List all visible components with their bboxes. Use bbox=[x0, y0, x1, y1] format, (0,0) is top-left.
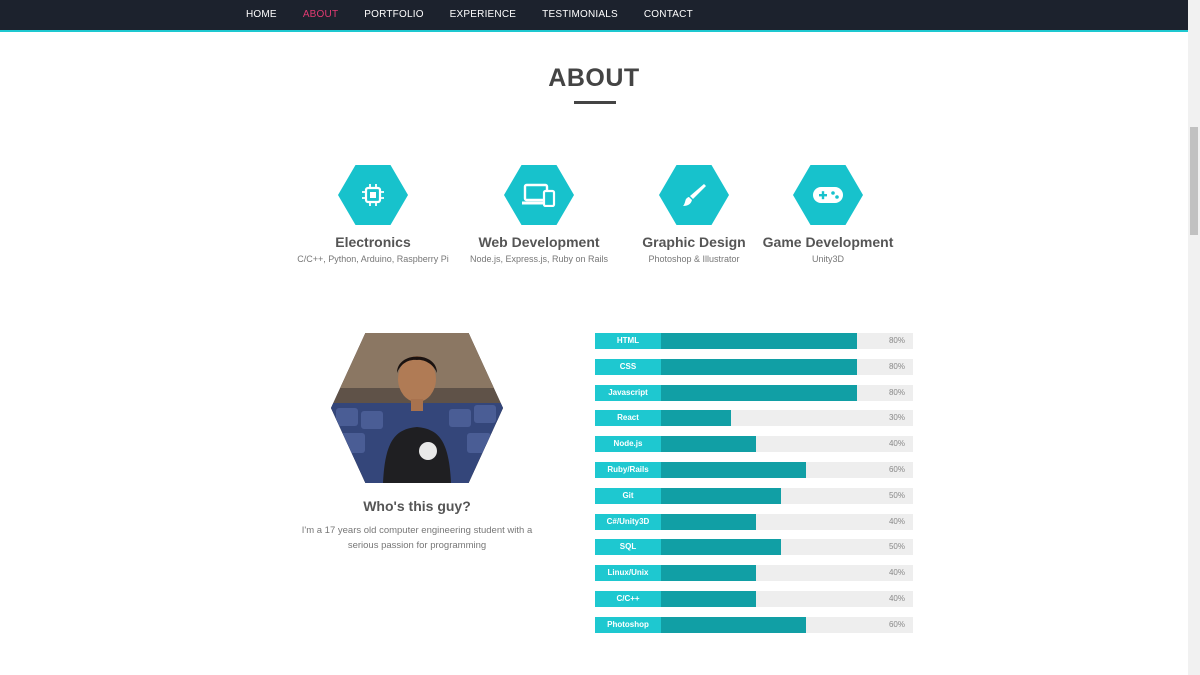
service-title: Web Development bbox=[478, 234, 600, 250]
skill-percent: 80% bbox=[888, 361, 905, 371]
skill-bar-fill bbox=[661, 333, 857, 349]
skill-label: Javascript bbox=[595, 384, 661, 401]
skill-bar: Ruby/Rails 60% bbox=[595, 461, 913, 478]
chip-icon bbox=[362, 184, 384, 206]
profile-photo-illustration bbox=[331, 333, 503, 483]
skill-label: Linux/Unix bbox=[595, 565, 661, 582]
skill-percent: 60% bbox=[888, 619, 905, 629]
skill-label: Node.js bbox=[595, 436, 661, 453]
nav-item-portfolio[interactable]: PORTFOLIO bbox=[351, 0, 436, 30]
skill-bar: Linux/Unix 40% bbox=[595, 565, 913, 582]
skill-bar: Git 50% bbox=[595, 487, 913, 504]
service-electronics: Electronics C/C++, Python, Arduino, Rasp… bbox=[283, 165, 463, 264]
skill-bar-fill bbox=[661, 461, 807, 478]
nav-item-contact[interactable]: CONTACT bbox=[631, 0, 706, 30]
skill-percent: 50% bbox=[888, 542, 905, 552]
service-hexagon bbox=[338, 165, 408, 225]
service-hexagon bbox=[504, 165, 574, 225]
nav-item-about[interactable]: ABOUT bbox=[290, 0, 351, 30]
service-game-development: Game Development Unity3D bbox=[738, 165, 918, 264]
section-title: ABOUT bbox=[548, 64, 640, 92]
skill-bar: React 30% bbox=[595, 410, 913, 427]
top-navbar: HOME ABOUT PORTFOLIO EXPERIENCE TESTIMON… bbox=[0, 0, 1188, 32]
skill-label: Ruby/Rails bbox=[595, 461, 661, 478]
skill-bar: Node.js 40% bbox=[595, 436, 913, 453]
nav-item-testimonials[interactable]: TESTIMONIALS bbox=[529, 0, 631, 30]
skill-bar: Photoshop 60% bbox=[595, 616, 913, 633]
skill-bar-fill bbox=[661, 616, 807, 633]
skill-bar: SQL 50% bbox=[595, 539, 913, 556]
service-description: C/C++, Python, Arduino, Raspberry Pi bbox=[297, 254, 449, 264]
nav-item-experience[interactable]: EXPERIENCE bbox=[437, 0, 529, 30]
skill-percent: 50% bbox=[888, 490, 905, 500]
skill-bar-fill bbox=[661, 358, 857, 375]
skill-label: React bbox=[595, 410, 661, 427]
skill-percent: 30% bbox=[888, 413, 905, 423]
skill-bar-fill bbox=[661, 513, 756, 530]
gamepad-icon bbox=[813, 187, 843, 203]
skill-bar-fill bbox=[661, 565, 756, 582]
service-title: Game Development bbox=[762, 234, 894, 250]
skill-percent: 40% bbox=[888, 439, 905, 449]
skill-bar: HTML 80% bbox=[595, 333, 913, 349]
skill-percent: 40% bbox=[888, 593, 905, 603]
skill-bar: C/C++ 40% bbox=[595, 590, 913, 607]
skill-label: C/C++ bbox=[595, 590, 661, 607]
skills-list: HTML 80% CSS 80% Javascript 80% React 30% Node.j… bbox=[595, 333, 913, 643]
skill-label: C#/Unity3D bbox=[595, 513, 661, 530]
service-web-development: Web Development Node.js, Express.js, Rub… bbox=[449, 165, 629, 264]
service-hexagon bbox=[793, 165, 863, 225]
skill-percent: 80% bbox=[888, 387, 905, 397]
service-title: Electronics bbox=[335, 234, 411, 250]
skill-label: Photoshop bbox=[595, 616, 661, 633]
skill-label: HTML bbox=[595, 333, 661, 349]
skill-bar-fill bbox=[661, 384, 857, 401]
skill-percent: 60% bbox=[888, 464, 905, 474]
title-underline bbox=[574, 101, 616, 104]
skill-bar-fill bbox=[661, 410, 731, 427]
nav-menu: HOME ABOUT PORTFOLIO EXPERIENCE TESTIMON… bbox=[233, 0, 706, 30]
skill-bar: CSS 80% bbox=[595, 358, 913, 375]
service-description: Unity3D bbox=[811, 254, 844, 264]
skill-label: Git bbox=[595, 487, 661, 504]
scrollbar-thumb[interactable] bbox=[1190, 127, 1198, 235]
skill-percent: 40% bbox=[888, 516, 905, 526]
nav-item-home[interactable]: HOME bbox=[233, 0, 290, 30]
skill-bar-fill bbox=[661, 487, 781, 504]
profile-photo bbox=[331, 333, 503, 483]
devices-icon bbox=[522, 183, 556, 207]
skill-bar-fill bbox=[661, 590, 756, 607]
profile-title: Who's this guy? bbox=[363, 498, 471, 514]
service-description: Node.js, Express.js, Ruby on Rails bbox=[469, 254, 609, 264]
skill-percent: 80% bbox=[888, 336, 905, 345]
skill-bar-fill bbox=[661, 539, 781, 556]
paintbrush-icon bbox=[683, 184, 706, 206]
skill-bar: Javascript 80% bbox=[595, 384, 913, 401]
service-hexagon bbox=[659, 165, 729, 225]
skill-label: CSS bbox=[595, 358, 661, 375]
profile-description: I'm a 17 years old computer engineering … bbox=[301, 525, 533, 551]
skill-bar: C#/Unity3D 40% bbox=[595, 513, 913, 530]
skill-percent: 40% bbox=[888, 568, 905, 578]
skill-bar-fill bbox=[661, 436, 756, 453]
page-scrollbar[interactable] bbox=[1188, 0, 1200, 675]
skill-label: SQL bbox=[595, 539, 661, 556]
